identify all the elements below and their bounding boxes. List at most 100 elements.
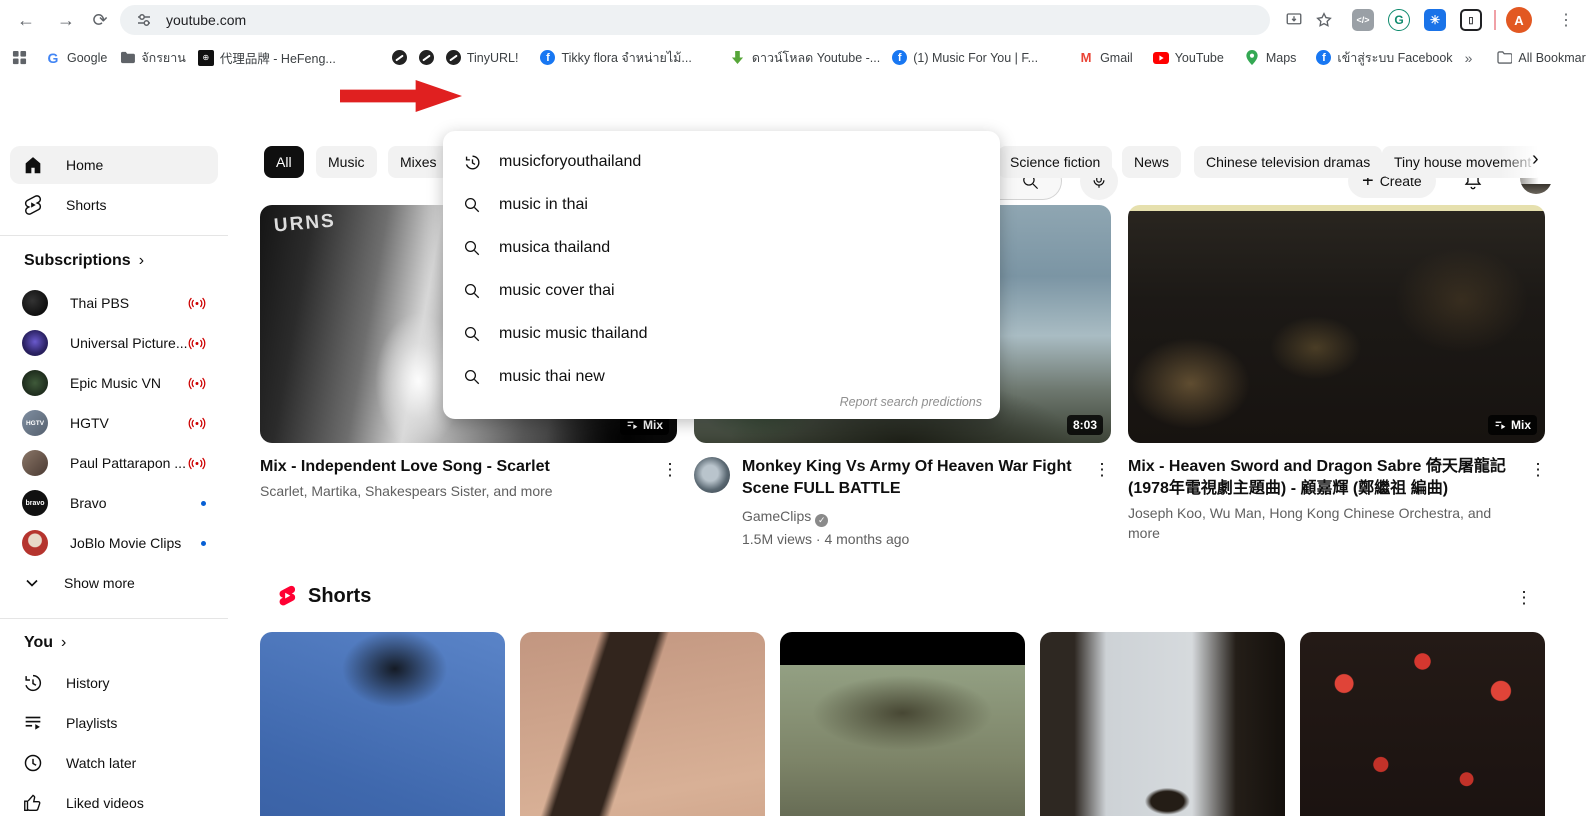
sidebar-item-watch-later[interactable]: Watch later	[10, 744, 218, 782]
bookmark-star-icon[interactable]	[1312, 8, 1336, 32]
video-subtitle: Scarlet, Martika, Shakespears Sister, an…	[260, 481, 640, 501]
bookmark-google[interactable]: G Google	[39, 50, 113, 66]
browser-profile-avatar[interactable]: A	[1506, 7, 1532, 33]
you-header[interactable]: You ›	[24, 634, 66, 652]
video-menu-icon[interactable]: ⋮	[658, 458, 682, 482]
short-thumbnail-4[interactable]	[1040, 632, 1285, 816]
sidebar-channel-universal[interactable]: Universal Picture...	[10, 324, 218, 362]
site-info-icon[interactable]	[132, 8, 156, 32]
address-bar[interactable]: youtube.com	[120, 5, 1270, 35]
install-icon[interactable]	[1282, 8, 1306, 32]
all-bookmarks-button[interactable]: All Bookmarks	[1490, 50, 1586, 66]
bookmark-maps[interactable]: Maps	[1238, 50, 1303, 66]
channel-name[interactable]: GameClips✓	[742, 506, 1072, 527]
apps-grid-icon[interactable]	[12, 46, 27, 70]
channel-avatar	[22, 450, 48, 476]
video-title[interactable]: Monkey King Vs Army Of Heaven War Fight …	[742, 456, 1072, 500]
chip-chinese-tv-dramas[interactable]: Chinese television dramas	[1194, 146, 1382, 178]
channel-avatar	[22, 530, 48, 556]
bookmark-folder[interactable]: จักรยาน	[113, 48, 192, 68]
chips-scroll-right-icon[interactable]: ›	[1532, 148, 1539, 171]
back-icon[interactable]: ←	[12, 6, 40, 34]
bookmark-tinyurl[interactable]: TinyURL!	[440, 50, 525, 65]
channel-avatar	[22, 370, 48, 396]
sidebar-item-history[interactable]: History	[10, 664, 218, 702]
sidebar-item-liked-videos[interactable]: Liked videos	[10, 784, 218, 816]
history-icon	[22, 672, 44, 694]
reload-icon[interactable]: ⟳	[86, 6, 114, 34]
channel-avatar	[22, 330, 48, 356]
chip-music[interactable]: Music	[316, 146, 377, 178]
shorts-section-title: Shorts	[308, 585, 371, 608]
globe-dark-icon	[392, 50, 407, 65]
sidebar-channel-thai-pbs[interactable]: Thai PBS	[10, 284, 218, 322]
chips-fade	[1500, 140, 1586, 184]
facebook-icon: f	[540, 50, 555, 65]
sidebar-item-shorts[interactable]: Shorts	[10, 186, 218, 224]
sidebar-channel-epic-music[interactable]: Epic Music VN	[10, 364, 218, 402]
suggestion-item[interactable]: music in thai	[443, 187, 1000, 223]
suggestion-item[interactable]: music cover thai	[443, 273, 1000, 309]
shorts-menu-icon[interactable]: ⋮	[1512, 586, 1536, 610]
sidebar-channel-bravo[interactable]: bravo Bravo	[10, 484, 218, 522]
video-info-1[interactable]: Mix - Independent Love Song - Scarlet Sc…	[260, 456, 640, 501]
verified-icon: ✓	[815, 514, 828, 527]
video-info-3[interactable]: Mix - Heaven Sword and Dragon Sabre 倚天屠龍…	[1128, 456, 1510, 543]
extension-clipboard-icon[interactable]: ▯	[1460, 9, 1482, 31]
video-title[interactable]: Mix - Heaven Sword and Dragon Sabre 倚天屠龍…	[1128, 456, 1510, 500]
extension-code-icon[interactable]: </>	[1352, 9, 1374, 31]
short-thumbnail-5[interactable]	[1300, 632, 1545, 816]
facebook-icon: f	[892, 50, 907, 65]
short-thumbnail-1[interactable]	[260, 632, 505, 816]
video-menu-icon[interactable]: ⋮	[1526, 458, 1550, 482]
bookmarks-bar: G Google จักรยาน ⊕ 代理品牌 - HeFeng... Tiny…	[0, 40, 1586, 75]
report-search-predictions-link[interactable]: Report search predictions	[840, 395, 982, 409]
search-icon	[461, 280, 483, 302]
video-info-2[interactable]: Monkey King Vs Army Of Heaven War Fight …	[742, 456, 1072, 549]
forward-icon[interactable]: →	[52, 6, 80, 34]
bookmark-youtube[interactable]: YouTube	[1147, 50, 1230, 66]
live-icon	[188, 377, 206, 390]
sidebar-channel-hgtv[interactable]: HGTV HGTV	[10, 404, 218, 442]
bookmark-tikky-flora[interactable]: f Tikky flora จำหน่ายไม้...	[534, 48, 697, 68]
sidebar-item-playlists[interactable]: Playlists	[10, 704, 218, 742]
sidebar-channel-joblo[interactable]: JoBlo Movie Clips	[10, 524, 218, 562]
sidebar-divider	[0, 235, 228, 236]
short-thumbnail-3[interactable]	[780, 632, 1025, 816]
sidebar-channel-paul-pattarapon[interactable]: Paul Pattarapon ...	[10, 444, 218, 482]
chevron-right-icon: ›	[61, 634, 66, 652]
suggestion-item[interactable]: musica thailand	[443, 230, 1000, 266]
bookmarks-overflow-icon[interactable]: »	[1459, 50, 1479, 66]
chip-all[interactable]: All	[264, 146, 304, 178]
short-thumbnail-2[interactable]	[520, 632, 765, 816]
extension-grammarly-icon[interactable]: G	[1388, 9, 1410, 31]
thumbnail-sign-text: URNS	[273, 210, 337, 237]
video-menu-icon[interactable]: ⋮	[1090, 458, 1114, 482]
suggestion-item[interactable]: music music thailand	[443, 316, 1000, 352]
chip-science-fiction[interactable]: Science fiction	[998, 146, 1112, 178]
bookmark-facebook-login[interactable]: f เข้าสู่ระบบ Facebook	[1310, 48, 1458, 68]
bookmark-gmail[interactable]: M Gmail	[1072, 50, 1139, 66]
bookmark-music-for-you[interactable]: f (1) Music For You | F...	[886, 50, 1044, 65]
bookmark-hefeng[interactable]: ⊕ 代理品牌 - HeFeng...	[192, 48, 342, 67]
video-thumbnail-3[interactable]: Mix	[1128, 205, 1545, 443]
bookmark-favicon-1[interactable]	[386, 50, 413, 65]
sidebar-show-more[interactable]: Show more	[10, 564, 218, 602]
chip-news[interactable]: News	[1122, 146, 1181, 178]
playlist-play-icon	[626, 419, 639, 432]
mix-badge: Mix	[1488, 415, 1537, 435]
video-title[interactable]: Mix - Independent Love Song - Scarlet	[260, 456, 640, 478]
browser-menu-icon[interactable]: ⋮	[1552, 6, 1580, 34]
video-meta: 1.5M views · 4 months ago	[742, 529, 1072, 549]
chip-mixes[interactable]: Mixes	[388, 146, 449, 178]
suggestion-item[interactable]: music thai new	[443, 359, 1000, 395]
sidebar-item-home[interactable]: Home	[10, 146, 218, 184]
channel-avatar-gameclips[interactable]	[694, 457, 730, 493]
extension-blue-icon[interactable]: ✳	[1424, 9, 1446, 31]
video-subtitle: Joseph Koo, Wu Man, Hong Kong Chinese Or…	[1128, 503, 1510, 543]
suggestion-item[interactable]: musicforyouthailand	[443, 144, 1000, 180]
bookmark-youtube-download[interactable]: ดาวน์โหลด Youtube -...	[724, 48, 886, 68]
bookmark-favicon-2[interactable]	[413, 50, 440, 65]
hefeng-icon: ⊕	[198, 50, 214, 66]
subscriptions-header[interactable]: Subscriptions ›	[24, 252, 144, 270]
